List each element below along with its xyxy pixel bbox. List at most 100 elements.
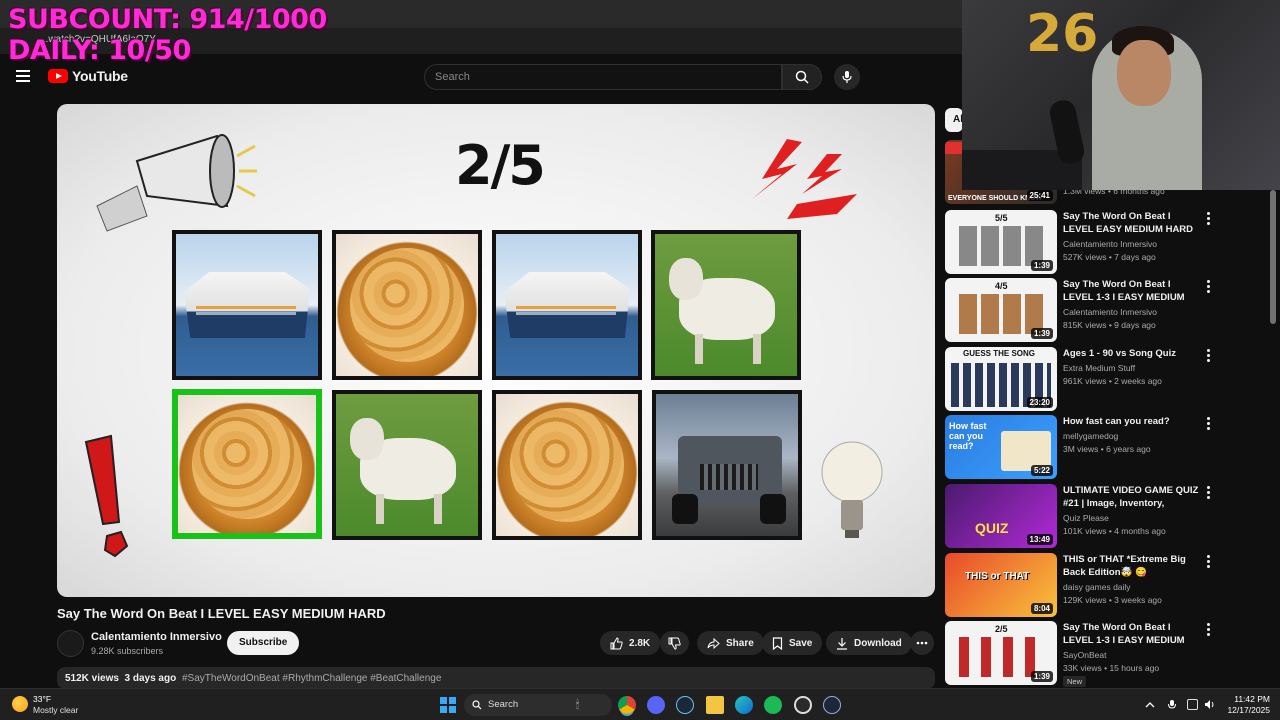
round-counter: 2/5 <box>455 134 546 197</box>
thumb-caption: QUIZ <box>975 520 1009 536</box>
weather-icon[interactable] <box>12 696 28 712</box>
video-title[interactable]: Say The Word On Beat I LEVEL 1-3 I EASY … <box>1063 621 1203 647</box>
recommendation-item[interactable]: 4/5 1:39 Say The Word On Beat I LEVEL 1-… <box>945 278 1265 342</box>
video-channel[interactable]: Calentamiento Inmersivo <box>1063 307 1157 317</box>
video-title[interactable]: How fast can you read? <box>1063 415 1203 428</box>
recommendation-item[interactable]: QUIZ 13:49 ULTIMATE VIDEO GAME QUIZ #21 … <box>945 484 1265 548</box>
filter-chip-all[interactable]: Al <box>945 108 963 132</box>
recommendation-item[interactable]: 2/5 1:39 Say The Word On Beat I LEVEL 1-… <box>945 621 1265 687</box>
video-duration: 1:39 <box>1030 260 1053 271</box>
channel-name[interactable]: Calentamiento Inmersivo <box>91 631 222 643</box>
share-button[interactable]: Share <box>697 631 764 655</box>
youtube-play-logo-icon <box>48 69 68 83</box>
thumb-caption: How fast can you read? <box>949 421 987 451</box>
weather-description[interactable]: Mostly clear <box>33 705 78 715</box>
subscriber-count: 9.28K subscribers <box>91 646 164 656</box>
more-vertical-icon[interactable] <box>1203 210 1213 226</box>
download-icon <box>837 637 847 650</box>
edge-icon[interactable] <box>735 696 753 714</box>
video-channel[interactable]: Calentamiento Inmersivo <box>1063 239 1157 249</box>
video-thumbnail[interactable]: QUIZ 13:49 <box>945 484 1057 548</box>
video-meta: 33K views • 15 hours ago <box>1063 663 1160 673</box>
video-channel[interactable]: mellygamedog <box>1063 431 1118 441</box>
video-thumbnail[interactable]: 5/5 1:39 <box>945 210 1057 274</box>
spotify-icon[interactable] <box>764 696 782 714</box>
search-input[interactable]: Search <box>424 64 782 90</box>
thumb-caption: GUESS THE SONG <box>963 349 1036 358</box>
subscribe-button[interactable]: Subscribe <box>227 631 300 655</box>
clock-time[interactable]: 11:42 PM <box>1222 694 1270 704</box>
video-thumbnail[interactable]: GUESS THE SONG 23:20 <box>945 347 1057 411</box>
exclamation-icon <box>84 434 129 558</box>
search-button[interactable] <box>782 64 822 90</box>
video-channel[interactable]: Quiz Please <box>1063 513 1109 523</box>
video-meta: 129K views • 3 weeks ago <box>1063 595 1162 605</box>
recommendation-item[interactable]: How fast can you read? 5:22 How fast can… <box>945 415 1265 479</box>
video-title[interactable]: Ages 1 - 90 vs Song Quiz <box>1063 347 1203 360</box>
youtube-logo[interactable]: YouTube <box>48 68 128 84</box>
video-title[interactable]: Say The Word On Beat I LEVEL EASY MEDIUM… <box>1063 210 1203 236</box>
chrome-icon[interactable] <box>618 696 636 714</box>
menu-icon[interactable] <box>16 70 30 82</box>
grid-tile-sheep <box>332 390 482 540</box>
discord-icon[interactable] <box>647 696 665 714</box>
more-vertical-icon[interactable] <box>1203 553 1213 569</box>
file-explorer-icon[interactable] <box>706 696 724 714</box>
more-vertical-icon[interactable] <box>1203 415 1213 431</box>
grid-tile-ship <box>492 230 642 380</box>
network-icon[interactable] <box>1187 699 1198 710</box>
video-meta: 961K views • 2 weeks ago <box>1063 376 1162 386</box>
video-channel[interactable]: daisy games daily <box>1063 582 1131 592</box>
more-horizontal-icon <box>916 641 928 645</box>
like-count: 2.8K <box>629 637 651 649</box>
windows-start-icon[interactable] <box>440 697 456 713</box>
thumb-caption: THIS or THAT <box>965 571 1030 582</box>
steam-icon[interactable] <box>676 696 694 714</box>
like-button[interactable]: 2.8K <box>600 631 661 655</box>
video-title[interactable]: Say The Word On Beat I LEVEL 1-3 I EASY … <box>1063 278 1203 304</box>
more-vertical-icon[interactable] <box>1203 278 1213 294</box>
recommendation-item[interactable]: THIS or THAT 8:04 THIS or THAT *Extreme … <box>945 553 1265 617</box>
steam-icon[interactable] <box>823 696 841 714</box>
sidebar-scrollbar[interactable] <box>1270 190 1276 324</box>
obs-icon[interactable] <box>794 696 812 714</box>
video-title[interactable]: ULTIMATE VIDEO GAME QUIZ #21 | Image, In… <box>1063 484 1203 510</box>
windows-taskbar: 33°F Mostly clear Search 🕯 11:42 PM 12/1… <box>0 688 1280 720</box>
video-thumbnail[interactable]: THIS or THAT 8:04 <box>945 553 1057 617</box>
recommendation-item[interactable]: GUESS THE SONG 23:20 Ages 1 - 90 vs Song… <box>945 347 1265 411</box>
video-thumbnail[interactable]: 4/5 1:39 <box>945 278 1057 342</box>
dislike-button[interactable] <box>660 631 689 655</box>
video-channel[interactable]: Extra Medium Stuff <box>1063 363 1135 373</box>
video-channel[interactable]: SayOnBeat <box>1063 650 1106 660</box>
video-thumbnail[interactable]: How fast can you read? 5:22 <box>945 415 1057 479</box>
channel-avatar[interactable] <box>57 630 84 657</box>
more-vertical-icon[interactable] <box>1203 621 1213 637</box>
weather-temperature[interactable]: 33°F <box>33 694 51 704</box>
webcam-face <box>1117 40 1171 106</box>
video-title[interactable]: THIS or THAT *Extreme Big Back Edition🤯 … <box>1063 553 1203 579</box>
video-player[interactable]: 2/5 <box>57 104 935 597</box>
video-meta: 815K views • 9 days ago <box>1063 320 1156 330</box>
mic-icon[interactable] <box>1167 699 1177 711</box>
more-vertical-icon[interactable] <box>1203 484 1213 500</box>
volume-icon[interactable] <box>1204 699 1216 710</box>
recommendation-item[interactable]: 5/5 1:39 Say The Word On Beat I LEVEL EA… <box>945 210 1265 274</box>
chevron-up-icon[interactable] <box>1145 701 1155 709</box>
search-highlight-icon: 🕯 <box>576 699 580 711</box>
taskbar-search[interactable]: Search 🕯 <box>464 694 612 716</box>
more-actions-button[interactable] <box>910 631 934 655</box>
description-box[interactable]: 512K views 3 days ago #SayTheWordOnBeat … <box>57 667 935 689</box>
mic-icon <box>842 71 852 83</box>
video-title: Say The Word On Beat I LEVEL EASY MEDIUM… <box>57 606 386 621</box>
megaphone-icon <box>96 134 257 232</box>
voice-search-button[interactable] <box>834 64 860 90</box>
share-label: Share <box>726 637 754 649</box>
thumbs-up-icon <box>610 636 623 649</box>
download-button[interactable]: Download <box>826 631 912 655</box>
balloon-decor: 26 <box>1026 4 1099 64</box>
hashtags[interactable]: #SayTheWordOnBeat #RhythmChallenge #Beat… <box>182 673 441 684</box>
save-button[interactable]: Save <box>762 631 823 655</box>
more-vertical-icon[interactable] <box>1203 347 1213 363</box>
video-thumbnail[interactable]: 2/5 1:39 <box>945 621 1057 685</box>
clock-date[interactable]: 12/17/2025 <box>1222 705 1270 715</box>
